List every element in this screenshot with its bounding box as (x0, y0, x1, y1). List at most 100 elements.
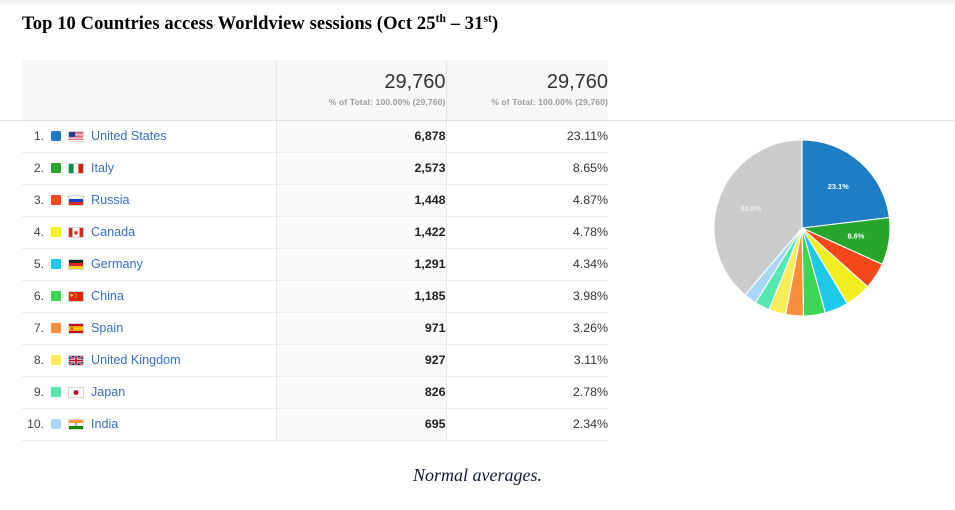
title-suffix: ) (491, 14, 499, 34)
flag-icon-jp (68, 386, 84, 398)
cell-country: 2. Italy (22, 152, 277, 185)
table-row[interactable]: 7. Spain 971 3.26% (22, 312, 608, 345)
cell-percent: 2.34% (446, 408, 608, 441)
row-rank: 6. (33, 289, 44, 303)
cell-country: 7. Spain (22, 312, 277, 345)
table-body: 1. United States 6,878 23.11% 2. Italy 2,573 8.… (22, 120, 608, 441)
flag-icon-gb (68, 354, 84, 366)
country-link[interactable]: China (91, 289, 124, 303)
table-header-row: 29,760 % of Total: 100.00% (29,760) 29,7… (22, 60, 608, 121)
row-rank: 7. (33, 321, 44, 335)
row-rank: 9. (33, 385, 44, 399)
flag-icon-cn (68, 290, 84, 302)
cell-sessions: 826 (276, 376, 447, 409)
legend-color-swatch (51, 419, 61, 429)
pie-slice-label: 23.1% (828, 182, 849, 191)
cell-sessions: 1,185 (276, 280, 447, 313)
cell-country: 6. China (22, 280, 277, 313)
legend-color-swatch (51, 195, 61, 205)
flag-icon-in (68, 418, 84, 430)
cell-percent: 3.26% (446, 312, 608, 345)
cell-percent: 4.87% (446, 184, 608, 217)
legend-color-swatch (51, 323, 61, 333)
legend-color-swatch (51, 227, 61, 237)
header-percent-subtext: % of Total: 100.00% (29,760) (491, 97, 608, 108)
cell-sessions: 1,422 (276, 216, 447, 249)
cell-sessions: 927 (276, 344, 447, 377)
window-top-strip (0, 0, 955, 6)
country-link[interactable]: Russia (91, 193, 130, 207)
table-row[interactable]: 9. Japan 826 2.78% (22, 376, 608, 409)
cell-country: 9. Japan (22, 376, 277, 409)
pie-slice-label: 38.8% (740, 204, 761, 213)
cell-percent: 4.34% (446, 248, 608, 281)
cell-country: 10. India (22, 408, 277, 441)
cell-country: 1. United States (22, 120, 277, 153)
header-sessions-column: 29,760 % of Total: 100.00% (29,760) (276, 60, 447, 121)
cell-sessions: 1,448 (276, 184, 447, 217)
table-row[interactable]: 10. India 695 2.34% (22, 408, 608, 441)
cell-sessions: 695 (276, 408, 447, 441)
legend-color-swatch (51, 131, 61, 141)
row-rank: 2. (33, 161, 44, 175)
legend-color-swatch (51, 387, 61, 397)
flag-icon-us (68, 130, 84, 142)
header-percent-column: 29,760 % of Total: 100.00% (29,760) (446, 60, 608, 121)
table-row[interactable]: 5. Germany 1,291 4.34% (22, 248, 608, 281)
cell-sessions: 971 (276, 312, 447, 345)
flag-icon-it (68, 162, 84, 174)
flag-icon-ru (68, 194, 84, 206)
flag-icon-ca (68, 226, 84, 238)
sessions-pie-chart: 23.1% 8.6% 38.8% (712, 138, 892, 318)
country-sessions-table: 29,760 % of Total: 100.00% (29,760) 29,7… (22, 60, 608, 441)
figure-caption: Normal averages. (413, 465, 542, 485)
country-link[interactable]: United Kingdom (91, 353, 181, 367)
table-row[interactable]: 6. China 1,185 3.98% (22, 280, 608, 313)
cell-percent: 4.78% (446, 216, 608, 249)
cell-country: 8. United Kingdom (22, 344, 277, 377)
table-row[interactable]: 4. Canada 1,422 4.78% (22, 216, 608, 249)
flag-icon-es (68, 322, 84, 334)
cell-country: 3. Russia (22, 184, 277, 217)
title-prefix: Top 10 Countries access Worldview sessio… (22, 14, 436, 34)
cell-percent: 3.98% (446, 280, 608, 313)
cell-percent: 3.11% (446, 344, 608, 377)
cell-sessions: 2,573 (276, 152, 447, 185)
row-rank: 8. (33, 353, 44, 367)
header-label-column (22, 60, 277, 121)
row-rank: 4. (33, 225, 44, 239)
row-rank: 10. (27, 417, 44, 431)
title-superscript-th: th (435, 12, 446, 25)
legend-color-swatch (51, 259, 61, 269)
page-title: Top 10 Countries access Worldview sessio… (22, 12, 499, 35)
country-link[interactable]: United States (91, 129, 167, 143)
row-rank: 5. (33, 257, 44, 271)
country-link[interactable]: Spain (91, 321, 123, 335)
title-superscript-st: st (483, 12, 492, 25)
cell-percent: 23.11% (446, 120, 608, 153)
table-row[interactable]: 8. United Kingdom 927 3.11% (22, 344, 608, 377)
header-sessions-total: 29,760 (384, 71, 446, 94)
country-link[interactable]: Germany (91, 257, 143, 271)
pie-chart-svg: 23.1% 8.6% 38.8% (713, 139, 891, 317)
legend-color-swatch (51, 355, 61, 365)
cell-country: 4. Canada (22, 216, 277, 249)
country-link[interactable]: Italy (91, 161, 114, 175)
table-row[interactable]: 3. Russia 1,448 4.87% (22, 184, 608, 217)
cell-sessions: 1,291 (276, 248, 447, 281)
cell-sessions: 6,878 (276, 120, 447, 153)
cell-country: 5. Germany (22, 248, 277, 281)
country-link[interactable]: Japan (91, 385, 125, 399)
country-link[interactable]: Canada (91, 225, 135, 239)
cell-percent: 8.65% (446, 152, 608, 185)
legend-color-swatch (51, 291, 61, 301)
title-middle: – 31 (445, 14, 484, 34)
table-row[interactable]: 1. United States 6,878 23.11% (22, 120, 608, 153)
flag-icon-de (68, 258, 84, 270)
legend-color-swatch (51, 163, 61, 173)
row-rank: 3. (33, 193, 44, 207)
table-row[interactable]: 2. Italy 2,573 8.65% (22, 152, 608, 185)
pie-slice-label: 8.6% (847, 231, 864, 240)
row-rank: 1. (33, 129, 44, 143)
country-link[interactable]: India (91, 417, 118, 431)
